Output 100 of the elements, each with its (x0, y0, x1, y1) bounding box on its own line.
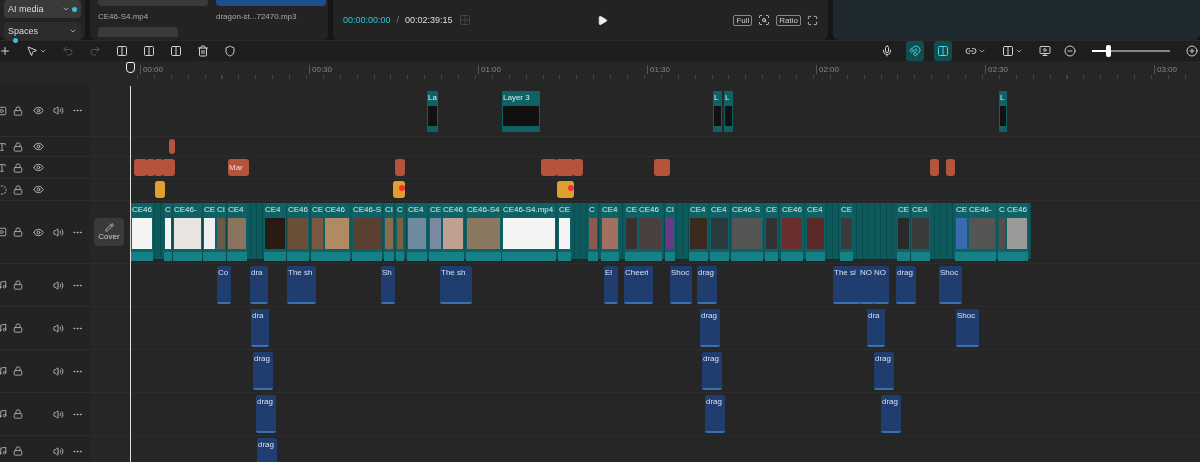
lock-icon[interactable] (13, 280, 23, 290)
audio-clip[interactable]: drag (697, 266, 717, 304)
text-clip[interactable] (573, 159, 583, 176)
overlay-clip[interactable]: L (713, 91, 722, 132)
eye-icon[interactable] (32, 141, 44, 152)
video-clip[interactable]: CI (384, 203, 394, 261)
effect-clip[interactable] (155, 181, 165, 198)
video-clip[interactable]: CE46-S4.mp4 (502, 203, 556, 261)
video-clip[interactable]: CE4 (806, 203, 825, 261)
audio-clip[interactable]: dra (250, 266, 268, 304)
overlay-clip[interactable]: L (999, 91, 1007, 132)
lock-icon[interactable] (13, 141, 23, 152)
speaker-icon[interactable] (52, 408, 64, 420)
video-clip[interactable]: CE4 (689, 203, 708, 261)
video-clip[interactable]: CE46 (324, 203, 350, 261)
full-button[interactable]: Full (733, 14, 753, 26)
focus-icon[interactable] (758, 14, 771, 26)
overlay-clip[interactable]: La (427, 91, 438, 132)
lock-icon[interactable] (13, 366, 23, 376)
video-clip[interactable]: CE46- (968, 203, 996, 261)
video-clip[interactable]: C (396, 203, 404, 261)
overlay-clip[interactable]: L (724, 91, 733, 132)
video-clip[interactable]: CE4 (227, 203, 247, 261)
lock-icon[interactable] (13, 323, 23, 333)
audio-clip[interactable]: Shoc (670, 266, 692, 304)
lock-icon[interactable] (13, 409, 23, 419)
cover-button[interactable]: Cover (94, 218, 124, 246)
video-clip[interactable]: CE46-S (731, 203, 763, 261)
video-clip[interactable]: CE46-S4 (466, 203, 501, 261)
video-clip[interactable]: C (998, 203, 1006, 261)
video-clip[interactable]: CE46 (442, 203, 464, 261)
effect-clip[interactable] (557, 181, 574, 198)
video-clip[interactable]: CE (955, 203, 969, 261)
audio-clip[interactable]: Sh (381, 266, 395, 304)
video-clip[interactable]: C (164, 203, 172, 261)
text-clip[interactable] (946, 159, 955, 176)
audio-clip[interactable]: drag (257, 438, 277, 462)
video-clip[interactable]: CE46 (131, 203, 153, 261)
ratio-button[interactable]: Ratio (776, 14, 801, 26)
audio-clip[interactable]: drag (896, 266, 916, 304)
text-clip[interactable] (134, 159, 147, 176)
lock-icon[interactable] (13, 184, 23, 195)
fullscreen-icon[interactable] (807, 14, 818, 26)
eye-icon[interactable] (32, 162, 44, 173)
side-menu-item[interactable]: AI media (4, 0, 81, 18)
audio-clip[interactable]: NO (873, 266, 889, 304)
audio-clip[interactable]: drag (881, 395, 901, 433)
lock-icon[interactable] (13, 446, 23, 456)
text-clip[interactable] (169, 139, 175, 154)
lock-icon[interactable] (13, 105, 23, 116)
magnet-button[interactable] (906, 41, 924, 61)
audio-clip[interactable]: dra (251, 309, 269, 347)
text-clip[interactable] (541, 159, 557, 176)
audio-thumbnail[interactable] (216, 0, 326, 6)
zoom-out-icon[interactable] (1064, 45, 1076, 57)
text-clip[interactable] (162, 159, 175, 176)
play-icon[interactable] (596, 14, 608, 26)
eye-icon[interactable] (32, 105, 44, 116)
speaker-icon[interactable] (52, 322, 64, 334)
text-clip[interactable] (654, 159, 670, 176)
eye-icon[interactable] (32, 184, 44, 195)
audio-clip[interactable]: dra (867, 309, 885, 347)
playhead-handle[interactable] (126, 62, 135, 73)
video-clip[interactable]: CE46- (173, 203, 202, 261)
video-clip[interactable]: CE (429, 203, 443, 261)
video-clip[interactable]: CE4 (601, 203, 619, 261)
audio-clip[interactable]: Cheeri (624, 266, 653, 304)
audio-clip[interactable]: drag (705, 395, 725, 433)
video-clip[interactable]: CE4 (911, 203, 930, 261)
audio-clip[interactable]: The sl (833, 266, 860, 304)
video-clip[interactable]: CE (840, 203, 854, 261)
video-clip[interactable]: CE (765, 203, 779, 261)
audio-clip[interactable]: El (604, 266, 618, 304)
video-clip[interactable]: CE (311, 203, 325, 261)
video-clip[interactable]: CE4 (710, 203, 729, 261)
video-clip[interactable]: CE (203, 203, 217, 261)
text-clip[interactable] (930, 159, 939, 176)
lock-icon[interactable] (13, 227, 23, 237)
video-clip[interactable]: CE46 (638, 203, 662, 261)
video-clip[interactable]: CE (625, 203, 639, 261)
speaker-icon[interactable] (52, 279, 64, 291)
audio-clip[interactable]: The sh (440, 266, 472, 304)
video-clip[interactable]: CE (558, 203, 572, 261)
audio-clip[interactable]: drag (700, 309, 720, 347)
audio-clip[interactable]: The sh (287, 266, 316, 304)
zoom-in-icon[interactable] (1186, 45, 1198, 57)
video-clip[interactable]: CE (897, 203, 911, 261)
video-clip[interactable]: C (588, 203, 598, 261)
audio-clip[interactable]: Shoc (939, 266, 962, 304)
video-clip[interactable]: CE46 (781, 203, 803, 261)
video-clip[interactable]: CE4 (264, 203, 286, 261)
video-clip[interactable]: CE4 (407, 203, 427, 261)
audio-clip[interactable]: drag (702, 352, 722, 390)
speaker-icon[interactable] (52, 105, 64, 116)
text-clip[interactable]: Mar (228, 159, 249, 176)
snap-button[interactable] (934, 41, 952, 61)
speaker-icon[interactable] (52, 365, 64, 377)
eye-icon[interactable] (32, 226, 44, 238)
text-clip[interactable] (395, 159, 405, 176)
overlay-clip[interactable]: Layer 3 (502, 91, 540, 132)
